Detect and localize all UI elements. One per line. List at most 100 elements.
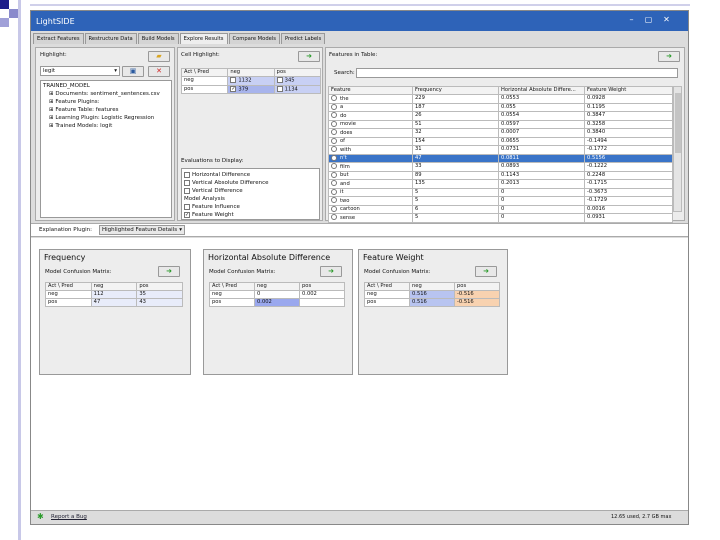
feature-radio[interactable]: [331, 146, 337, 152]
column-header-frequency[interactable]: Frequency: [412, 86, 499, 95]
feature-radio[interactable]: [331, 171, 337, 178]
feature-radio[interactable]: [331, 137, 337, 144]
save-button[interactable]: ▣: [122, 66, 144, 77]
feature-row[interactable]: movie 51 0.0597 0.3258: [328, 119, 673, 129]
tab-restructure-data[interactable]: Restructure Data: [84, 33, 137, 44]
card-arrow-button[interactable]: ➜: [475, 266, 497, 277]
checkbox[interactable]: [184, 171, 190, 178]
feature-row[interactable]: two 5 0 -0.1729: [328, 196, 673, 206]
eval-feature-weight[interactable]: ✓ Feature Weight: [184, 211, 319, 219]
delete-button[interactable]: ✕: [148, 66, 170, 77]
feature-radio[interactable]: [331, 103, 337, 110]
feature-radio[interactable]: [331, 154, 337, 161]
cell-checkbox[interactable]: ✓: [230, 85, 237, 92]
features-arrow-button[interactable]: ➜: [658, 51, 680, 62]
checkbox[interactable]: ✓: [184, 211, 190, 218]
checkbox[interactable]: [184, 179, 190, 186]
feature-radio[interactable]: [331, 120, 337, 127]
column-header-horizontal-absolute-difference[interactable]: Horizontal Absolute Differe...: [498, 86, 585, 95]
matrix-cell[interactable]: ✓ 379: [227, 84, 275, 94]
minimize-button[interactable]: –: [626, 15, 637, 25]
feature-row[interactable]: sense 5 0 0.0931: [328, 213, 673, 223]
tree-item-feature-plugins[interactable]: ⊞ Feature Plugins:: [43, 98, 171, 106]
folder-button[interactable]: ▰: [148, 51, 170, 62]
feature-name: n't: [340, 155, 347, 161]
cell-checkbox[interactable]: [276, 85, 283, 92]
search-input[interactable]: [356, 68, 678, 78]
feature-cell: 154: [412, 136, 499, 146]
confusion-matrix-label: Model Confusion Matrix:: [209, 269, 276, 275]
tree-item-trained-models[interactable]: ⊞ Trained Models: logit: [43, 122, 171, 130]
tab-build-models[interactable]: Build Models: [137, 33, 179, 44]
card-arrow-button[interactable]: ➜: [158, 266, 180, 277]
cell-checkbox[interactable]: [276, 77, 283, 83]
feature-cell: 47: [412, 153, 499, 163]
feature-radio[interactable]: [331, 129, 337, 135]
scrollbar-thumb[interactable]: [675, 93, 681, 153]
feature-row[interactable]: and 135 0.2013 -0.1715: [328, 179, 673, 189]
feature-row[interactable]: does 32 0.0007 0.3840: [328, 128, 673, 138]
matrix-cell[interactable]: 1132: [227, 76, 275, 86]
feature-row[interactable]: the 229 0.0553 0.0928: [328, 94, 673, 104]
slide-decoration-square-1: [0, 0, 9, 9]
feature-row[interactable]: film 33 0.0893 -0.1222: [328, 162, 673, 172]
feature-radio[interactable]: [331, 180, 337, 186]
cell-checkbox[interactable]: [230, 77, 237, 83]
feature-cell: 0.1195: [584, 102, 673, 112]
matrix-cell[interactable]: 1134: [273, 84, 322, 94]
eval-horizontal-difference[interactable]: Horizontal Difference: [184, 171, 319, 179]
close-button[interactable]: ✕: [661, 15, 672, 25]
feature-row[interactable]: a 187 0.055 0.1195: [328, 102, 673, 112]
checkbox[interactable]: [184, 187, 190, 194]
feature-row[interactable]: with 31 0.0731 -0.1772: [328, 145, 673, 155]
main-tabs: Extract Features Restructure Data Build …: [33, 33, 326, 44]
maximize-button[interactable]: ▢: [643, 15, 654, 25]
feature-name: and: [340, 180, 350, 187]
tree-root[interactable]: TRAINED_MODEL: [43, 82, 171, 90]
matrix-cell[interactable]: 345: [273, 76, 322, 86]
tab-predict-labels[interactable]: Predict Labels: [280, 33, 326, 44]
tab-explore-results[interactable]: Explore Results: [179, 33, 228, 44]
eval-vertical-absolute-difference[interactable]: Vertical Absolute Difference: [184, 179, 319, 187]
feature-radio[interactable]: [331, 112, 337, 118]
feature-radio[interactable]: [331, 205, 337, 212]
feature-radio[interactable]: [331, 95, 337, 101]
feature-name: the: [340, 95, 349, 102]
slide-decoration-square-3: [0, 18, 9, 27]
matrix-header: neg: [90, 282, 138, 291]
matrix-cell-value: 345: [284, 77, 295, 84]
folder-open-icon: ▰: [156, 52, 162, 60]
feature-radio[interactable]: [331, 188, 337, 195]
report-bug-link[interactable]: Report a Bug: [51, 514, 87, 520]
tree-item-documents[interactable]: ⊞ Documents: sentiment_sentences.csv: [43, 90, 171, 98]
features-label: Features in Table:: [329, 52, 378, 58]
feature-row[interactable]: cartoon 6 0 0.0016: [328, 204, 673, 214]
feature-row[interactable]: of 154 0.0655 -0.1494: [328, 136, 673, 146]
feature-cell: 0.0928: [584, 94, 673, 104]
column-header-feature-weight[interactable]: Feature Weight: [584, 86, 673, 95]
search-label: Search:: [334, 70, 355, 76]
matrix-header: pos: [299, 282, 345, 291]
highlight-select[interactable]: legit ▾: [40, 66, 120, 76]
tab-compare-models[interactable]: Compare Models: [228, 33, 280, 44]
feature-row[interactable]: it 5 0 -0.3673: [328, 187, 673, 197]
cell-highlight-arrow-button[interactable]: ➜: [298, 51, 320, 62]
checkbox[interactable]: [184, 203, 190, 210]
feature-row[interactable]: do 26 0.0554 0.3847: [328, 111, 673, 121]
tab-extract-features[interactable]: Extract Features: [33, 33, 84, 44]
feature-radio[interactable]: [331, 214, 337, 220]
card-arrow-button[interactable]: ➜: [320, 266, 342, 277]
feature-radio[interactable]: [331, 197, 337, 203]
column-header-feature[interactable]: Feature: [328, 86, 413, 95]
features-scrollbar[interactable]: [673, 86, 682, 212]
tree-item-learning-plugin[interactable]: ⊞ Learning Plugin: Logistic Regression: [43, 114, 171, 122]
feature-row[interactable]: n't 47 0.0811 0.5156: [328, 153, 673, 163]
evaluation-card: Horizontal Absolute Difference Model Conf…: [203, 249, 353, 375]
matrix-cell: 35: [136, 290, 183, 299]
eval-feature-influence[interactable]: Feature Influence: [184, 203, 319, 211]
feature-row[interactable]: but 89 0.1143 0.2248: [328, 170, 673, 180]
explanation-select[interactable]: Highlighted Feature Details ▾: [99, 225, 185, 235]
feature-radio[interactable]: [331, 163, 337, 169]
eval-vertical-difference[interactable]: Vertical Difference: [184, 187, 319, 195]
tree-item-feature-table[interactable]: ⊞ Feature Table: features: [43, 106, 171, 114]
